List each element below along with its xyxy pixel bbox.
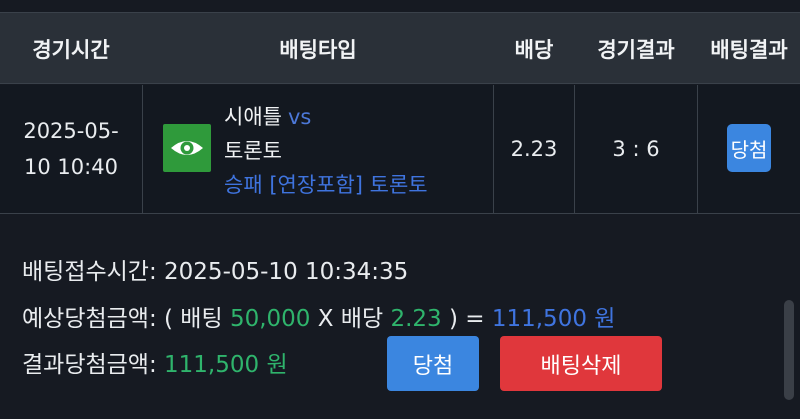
result-badge: 당첨 <box>727 124 771 172</box>
home-team: 시애틀 vs <box>224 100 428 134</box>
header-bet-result: 배팅결과 <box>710 38 788 62</box>
result-amount: 111,500 원 <box>164 352 288 378</box>
odds-cell: 2.23 <box>510 137 558 161</box>
expected-label: 예상당첨금액: ( 배팅 <box>22 306 230 332</box>
equals-separator: ) = <box>441 306 492 332</box>
header-bet-type: 배팅타입 <box>279 38 357 62</box>
scrollbar[interactable] <box>784 300 794 400</box>
game-date: 2025-05- <box>23 119 119 143</box>
game-clock: 10 10:40 <box>24 155 118 179</box>
bet-detail-page: 경기시간 배팅타입 배당 경기결과 배팅결과 2025-05- 10 10:40… <box>0 0 800 419</box>
header-odds: 배당 <box>514 38 554 62</box>
receipt-time-line: 배팅접수시간: 2025-05-10 10:34:35 <box>22 252 408 286</box>
table-header: 경기시간 배팅타입 배당 경기결과 배팅결과 <box>0 12 800 84</box>
detail-odds: 2.23 <box>390 306 442 332</box>
eye-icon-graphic <box>171 141 203 155</box>
result-label: 결과당첨금액: <box>22 352 165 378</box>
receipt-time: 2025-05-10 10:34:35 <box>164 259 409 285</box>
odds-separator: X 배당 <box>310 306 391 332</box>
header-game-result: 경기결과 <box>597 38 675 62</box>
away-team: 토론토 <box>224 139 282 163</box>
bet-type-text: 승패 [연장포함] 토론토 <box>224 173 428 197</box>
receipt-label: 배팅접수시간: <box>22 259 165 285</box>
score-cell: 3 : 6 <box>612 137 660 161</box>
result-payout-line: 결과당첨금액: 111,500 원 <box>22 345 288 379</box>
vs-label: vs <box>287 105 312 129</box>
eye-icon <box>163 124 211 172</box>
column-divider <box>697 85 698 213</box>
expected-amount: 111,500 원 <box>491 306 616 332</box>
delete-bet-button[interactable]: 배팅삭제 <box>500 336 662 391</box>
home-team-name: 시애틀 <box>224 105 282 129</box>
column-divider <box>142 85 143 213</box>
bet-type-cell: 시애틀 vs 토론토 승패 [연장포함] 토론토 <box>224 100 428 202</box>
bet-amount: 50,000 <box>229 306 311 332</box>
win-button[interactable]: 당첨 <box>387 336 479 391</box>
expected-payout-line: 예상당첨금액: ( 배팅 50,000 X 배당 2.23 ) = 111,50… <box>22 299 615 333</box>
header-game-time: 경기시간 <box>32 38 110 62</box>
game-time-cell: 2025-05- 10 10:40 <box>0 85 142 213</box>
